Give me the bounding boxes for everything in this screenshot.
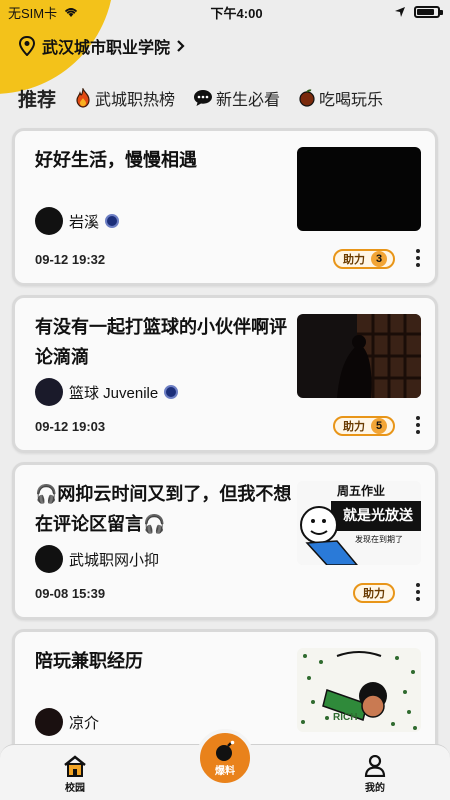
- post-author[interactable]: 篮球 Juvenile: [35, 378, 179, 406]
- post-thumbnail: RICH: [297, 648, 421, 732]
- chevron-right-icon: [177, 40, 185, 52]
- boost-button[interactable]: 助力: [353, 583, 395, 603]
- tab-label: 武城职热榜: [95, 92, 176, 109]
- wifi-icon: [65, 8, 78, 17]
- boost-label: 助力: [343, 254, 365, 266]
- nav-campus[interactable]: 校园: [35, 755, 115, 794]
- avatar: [35, 708, 63, 736]
- more-options-icon[interactable]: [415, 249, 421, 267]
- post-thumbnail: 周五作业 就是光放送 发现在到期了: [297, 481, 421, 565]
- post-title: 有没有一起打篮球的小伙伴啊评论滴滴: [35, 317, 287, 367]
- post-news-button[interactable]: 爆料: [196, 729, 254, 787]
- profile-icon: [364, 755, 386, 777]
- more-options-icon[interactable]: [415, 583, 421, 601]
- post-card[interactable]: 有没有一起打篮球的小伙伴啊评论滴滴 篮球 Juvenile 09-12 19:0…: [12, 295, 438, 453]
- tab-food-fun[interactable]: 吃喝玩乐: [298, 86, 383, 110]
- fire-icon: [76, 88, 90, 108]
- tab-recommend[interactable]: 推荐: [18, 85, 57, 118]
- tab-freshman-guide[interactable]: 新生必看: [193, 86, 280, 110]
- battery-icon: [414, 6, 443, 18]
- post-time: 09-12 19:03: [35, 419, 106, 434]
- school-name: 武汉城市职业学院: [42, 40, 171, 57]
- dots-cartoon-image: [301, 651, 417, 730]
- post-thumbnail: [297, 314, 421, 398]
- nav-label: 校园: [65, 783, 85, 794]
- author-name: 岩溪: [69, 213, 100, 231]
- boost-count: 5: [371, 418, 387, 434]
- bomb-icon: [216, 740, 235, 761]
- post-card[interactable]: 🎧网抑云时间又到了，但我不想在评论区留言🎧 周五作业 就是光放送 发现在到期了 …: [12, 462, 438, 620]
- author-name: 凉介: [69, 714, 100, 732]
- thumb-text-line2: 就是光放送: [343, 507, 413, 523]
- boost-label: 助力: [343, 421, 365, 433]
- tab-label: 吃喝玩乐: [319, 92, 384, 109]
- location-pin-icon: [18, 36, 36, 56]
- post-title: 好好生活，慢慢相遇: [35, 150, 197, 170]
- post-card[interactable]: 好好生活，慢慢相遇 岩溪 09-12 19:32 助力 3: [12, 128, 438, 286]
- post-time: 09-08 15:39: [35, 586, 106, 601]
- boost-button[interactable]: 助力 5: [333, 416, 395, 436]
- tab-label: 推荐: [18, 89, 57, 111]
- status-bar: 无SIM卡 下午4:00: [0, 0, 450, 24]
- nav-label: 爆料: [215, 765, 235, 777]
- thumb-text-line3: 发现在到期了: [355, 535, 403, 544]
- nav-label: 我的: [365, 783, 385, 794]
- verified-badge-icon: [164, 385, 179, 399]
- thumb-text-word: RICH: [333, 712, 358, 723]
- clock: 下午4:00: [210, 5, 263, 21]
- post-feed: 好好生活，慢慢相遇 岩溪 09-12 19:32 助力 3 有没有一起打篮球的小…: [12, 128, 438, 796]
- boost-label: 助力: [363, 588, 385, 600]
- verified-badge-icon: [105, 214, 120, 228]
- carrier-label: 无SIM卡: [8, 5, 58, 21]
- window-night-image: [337, 314, 421, 398]
- boost-button[interactable]: 助力 3: [333, 249, 395, 269]
- more-options-icon[interactable]: [415, 416, 421, 434]
- avatar: [35, 207, 63, 235]
- author-name: 武城职网小抑: [69, 551, 160, 569]
- tab-hot-list[interactable]: 武城职热榜: [74, 86, 175, 110]
- nav-profile[interactable]: 我的: [335, 755, 415, 794]
- post-title: 陪玩兼职经历: [35, 651, 143, 671]
- post-author[interactable]: 武城职网小抑: [35, 545, 159, 573]
- bean-icon: [299, 89, 315, 107]
- avatar: [35, 378, 63, 406]
- category-tabs: 推荐 武城职热榜 新生必看 吃喝玩乐: [0, 78, 450, 118]
- home-icon: [64, 755, 86, 777]
- tab-label: 新生必看: [216, 92, 281, 109]
- post-title: 🎧网抑云时间又到了，但我不想在评论区留言🎧: [35, 484, 292, 534]
- post-time: 09-12 19:32: [35, 252, 106, 267]
- author-name: 篮球 Juvenile: [69, 384, 159, 402]
- avatar: [35, 545, 63, 573]
- boost-count: 3: [371, 251, 387, 267]
- school-selector[interactable]: 武汉城市职业学院: [18, 34, 186, 58]
- post-thumbnail: [297, 147, 421, 231]
- location-arrow-icon: [395, 7, 405, 17]
- post-author[interactable]: 岩溪: [35, 207, 120, 235]
- post-author[interactable]: 凉介: [35, 708, 99, 736]
- chat-bubble-icon: [194, 90, 213, 106]
- bottom-nav: 校园 我的 爆料: [0, 729, 450, 800]
- thumb-text-line1: 周五作业: [337, 484, 386, 498]
